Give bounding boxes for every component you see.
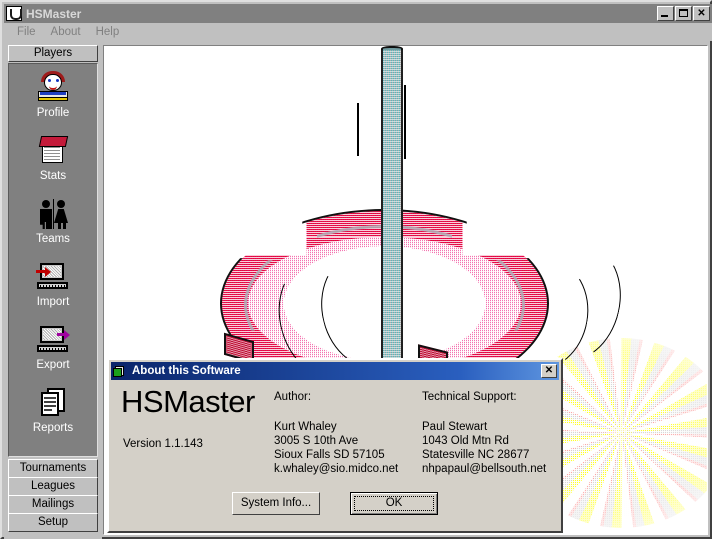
- motion-line-long: [404, 85, 406, 159]
- sidebar-item-export[interactable]: Export: [9, 322, 97, 384]
- support-column: Technical Support: Paul Stewart 1043 Old…: [422, 390, 546, 476]
- product-name: HSMaster: [121, 384, 255, 419]
- support-city: Statesville NC 28677: [422, 449, 530, 461]
- sidebar-item-stats[interactable]: Stats: [9, 133, 97, 195]
- window-title-bar[interactable]: HSMaster ✕: [4, 4, 712, 23]
- menu-item-about[interactable]: About: [44, 25, 89, 40]
- notepad-stats-icon: [35, 133, 71, 169]
- sidebar-item-reports[interactable]: Reports: [9, 385, 97, 447]
- dialog-close-button[interactable]: ✕: [541, 364, 557, 378]
- support-email: nhpapaul@bellsouth.net: [422, 463, 547, 475]
- sidebar-icon-panel: Profile Stats Teams Import Export Report…: [8, 63, 98, 457]
- two-people-teams-icon: [35, 196, 71, 232]
- person-profile-icon: [35, 70, 71, 106]
- application-window: HSMaster ✕ File About Help Players Profi…: [0, 0, 712, 539]
- sidebar-item-label: Reports: [32, 422, 74, 434]
- window-title: HSMaster: [26, 6, 82, 21]
- sidebar-item-label: Teams: [36, 233, 70, 245]
- menu-bar: File About Help: [4, 23, 712, 41]
- sidebar-button-group: Tournaments Leagues Mailings Setup: [8, 459, 98, 532]
- sidebar-item-teams[interactable]: Teams: [9, 196, 97, 258]
- sidebar: Players Profile Stats Teams Import Expor…: [4, 41, 102, 539]
- motion-line-short: [357, 103, 359, 156]
- sidebar-button-setup[interactable]: Setup: [8, 513, 98, 532]
- focus-outline: [354, 496, 434, 511]
- support-name: Paul Stewart: [422, 421, 488, 433]
- sidebar-item-label: Profile: [36, 107, 70, 119]
- documents-reports-icon: [35, 385, 71, 421]
- close-button[interactable]: ✕: [693, 6, 710, 21]
- sidebar-item-label: Stats: [39, 170, 67, 182]
- author-email: k.whaley@sio.midco.net: [274, 463, 399, 475]
- sidebar-item-label: Export: [36, 359, 70, 371]
- support-street: 1043 Old Mtn Rd: [422, 435, 509, 447]
- author-street: 3005 S 10th Ave: [274, 435, 359, 447]
- sidebar-item-import[interactable]: Import: [9, 259, 97, 321]
- about-dialog: About this Software ✕ HSMaster Version 1…: [107, 358, 563, 533]
- sidebar-button-leagues[interactable]: Leagues: [8, 477, 98, 496]
- sidebar-button-mailings[interactable]: Mailings: [8, 495, 98, 514]
- computer-export-icon: [35, 322, 71, 358]
- author-city: Sioux Falls SD 57105: [274, 449, 385, 461]
- ok-button[interactable]: OK: [350, 492, 438, 515]
- minimize-button[interactable]: [657, 6, 674, 21]
- system-info-button[interactable]: System Info...: [232, 492, 320, 515]
- maximize-button[interactable]: [675, 6, 692, 21]
- sidebar-item-profile[interactable]: Profile: [9, 70, 97, 132]
- sidebar-tab-players[interactable]: Players: [8, 45, 98, 62]
- horseshoe-icon[interactable]: [6, 6, 22, 21]
- menu-item-help[interactable]: Help: [89, 25, 128, 40]
- dialog-button-row: System Info... OK: [109, 492, 561, 515]
- sidebar-item-label: Import: [36, 296, 70, 308]
- author-column: Author: Kurt Whaley 3005 S 10th Ave Siou…: [274, 390, 398, 476]
- dialog-title-bar[interactable]: About this Software ✕: [111, 362, 559, 380]
- dialog-title: About this Software: [132, 365, 241, 377]
- close-icon: ✕: [697, 8, 706, 19]
- menu-item-file[interactable]: File: [10, 25, 44, 40]
- author-name: Kurt Whaley: [274, 421, 337, 433]
- sidebar-button-tournaments[interactable]: Tournaments: [8, 459, 98, 478]
- computer-import-icon: [35, 259, 71, 295]
- app-pages-icon: [113, 364, 128, 378]
- support-heading: Technical Support:: [422, 391, 517, 403]
- version-label: Version 1.1.143: [123, 438, 203, 450]
- author-heading: Author:: [274, 391, 312, 403]
